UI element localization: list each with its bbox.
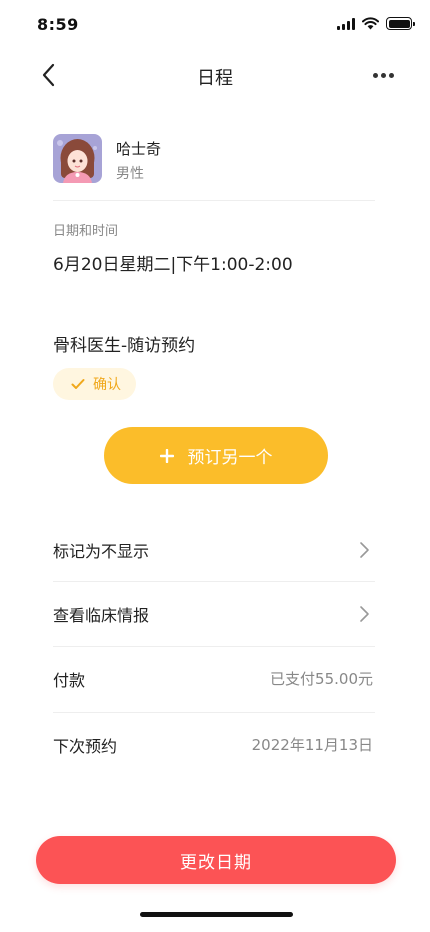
avatar[interactable] — [53, 134, 102, 183]
payment-value: 已支付55.00元 — [270, 670, 373, 688]
row-label: 标记为不显示 — [53, 542, 150, 561]
patient-name: 哈士奇 — [116, 140, 162, 158]
nav-bar: 日程 — [0, 55, 430, 95]
status-badge-label: 确认 — [93, 377, 121, 393]
book-another-button[interactable]: 预订另一个 — [104, 427, 328, 484]
patient-profile: 哈士奇 男性 — [53, 134, 375, 200]
datetime-value: 6月20日星期二|下午1:00-2:00 — [53, 255, 293, 275]
chevron-right-icon — [360, 606, 369, 622]
plus-icon — [159, 448, 174, 463]
row-payment: 付款 已支付55.00元 — [53, 647, 375, 711]
chevron-right-icon — [360, 542, 369, 558]
battery-icon — [386, 17, 415, 30]
row-clinical-info[interactable]: 查看临床情报 — [53, 582, 375, 646]
service-title: 骨科医生-随访预约 — [53, 336, 196, 356]
book-another-label: 预订另一个 — [187, 448, 273, 468]
status-bar: 8:59 — [0, 0, 430, 50]
row-label: 下次预约 — [53, 737, 118, 756]
more-button[interactable] — [366, 63, 400, 87]
divider — [53, 200, 375, 201]
change-date-button[interactable]: 更改日期 — [36, 836, 396, 884]
row-label: 付款 — [53, 671, 86, 690]
signal-icon — [337, 17, 355, 30]
datetime-label: 日期和时间 — [53, 224, 119, 239]
check-icon — [71, 379, 85, 389]
home-indicator — [140, 912, 293, 917]
more-horizontal-icon — [372, 72, 378, 78]
row-mark-no-show[interactable]: 标记为不显示 — [53, 518, 375, 582]
wifi-icon — [362, 17, 379, 30]
row-label: 查看临床情报 — [53, 606, 150, 625]
row-next-appointment: 下次预约 2022年11月13日 — [53, 713, 375, 777]
next-appointment-value: 2022年11月13日 — [251, 736, 373, 754]
change-date-label: 更改日期 — [180, 852, 252, 873]
status-badge: 确认 — [53, 368, 136, 400]
status-time: 8:59 — [37, 15, 79, 34]
status-icons — [337, 17, 415, 30]
patient-gender: 男性 — [116, 166, 144, 182]
